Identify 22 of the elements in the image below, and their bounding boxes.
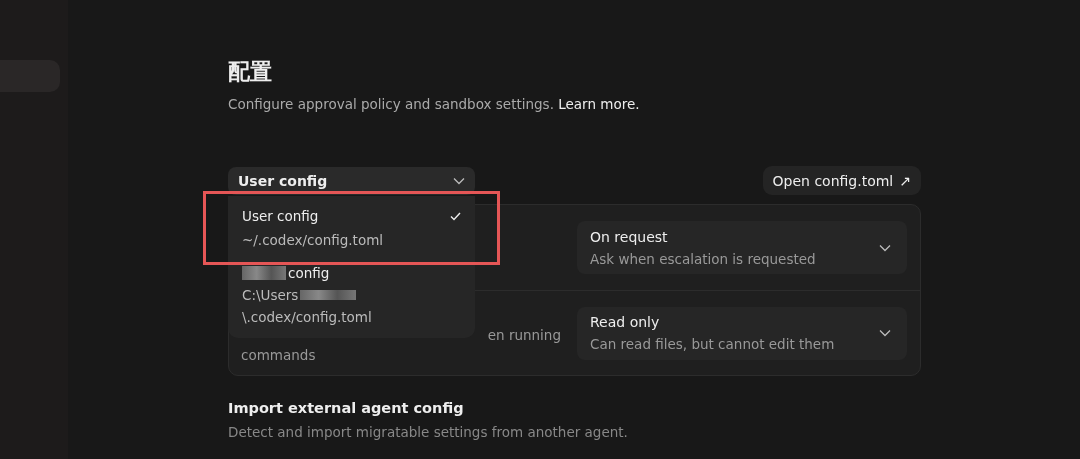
setting-description: en running (487, 326, 561, 345)
learn-more-link[interactable]: Learn more. (558, 96, 640, 112)
page-title: 配置 (228, 58, 273, 86)
menu-item[interactable]: config C:\Users \.codex/config.toml (228, 258, 475, 334)
chevron-down-icon (879, 329, 891, 337)
section-heading: Import external agent config (228, 400, 465, 416)
redacted-block (300, 290, 357, 300)
config-select[interactable]: User config (228, 166, 475, 195)
menu-item[interactable]: User config ~/.codex/config.toml (214, 202, 489, 254)
config-path: ~/.codex/config.toml (242, 231, 384, 250)
chevron-down-icon (879, 243, 891, 252)
section-description: Detect and import migratable settings from another agent. (228, 424, 629, 440)
setting-select[interactable]: On request Ask when escalation is requested (577, 221, 907, 274)
open-config-button[interactable]: Open config.toml ↗ (762, 166, 921, 195)
setting-select[interactable]: Read only Can read files, but cannot edit them (577, 306, 907, 360)
config-name: config (288, 264, 330, 283)
setting-description: commands (241, 346, 316, 365)
chevron-down-icon (453, 176, 465, 185)
config-path: C:\Users (242, 286, 299, 305)
page-subtitle: Configure approval policy and sandbox settings. Learn more. (228, 95, 641, 114)
config-path: \.codex/config.toml (242, 308, 372, 327)
config-name: User config (242, 207, 319, 226)
